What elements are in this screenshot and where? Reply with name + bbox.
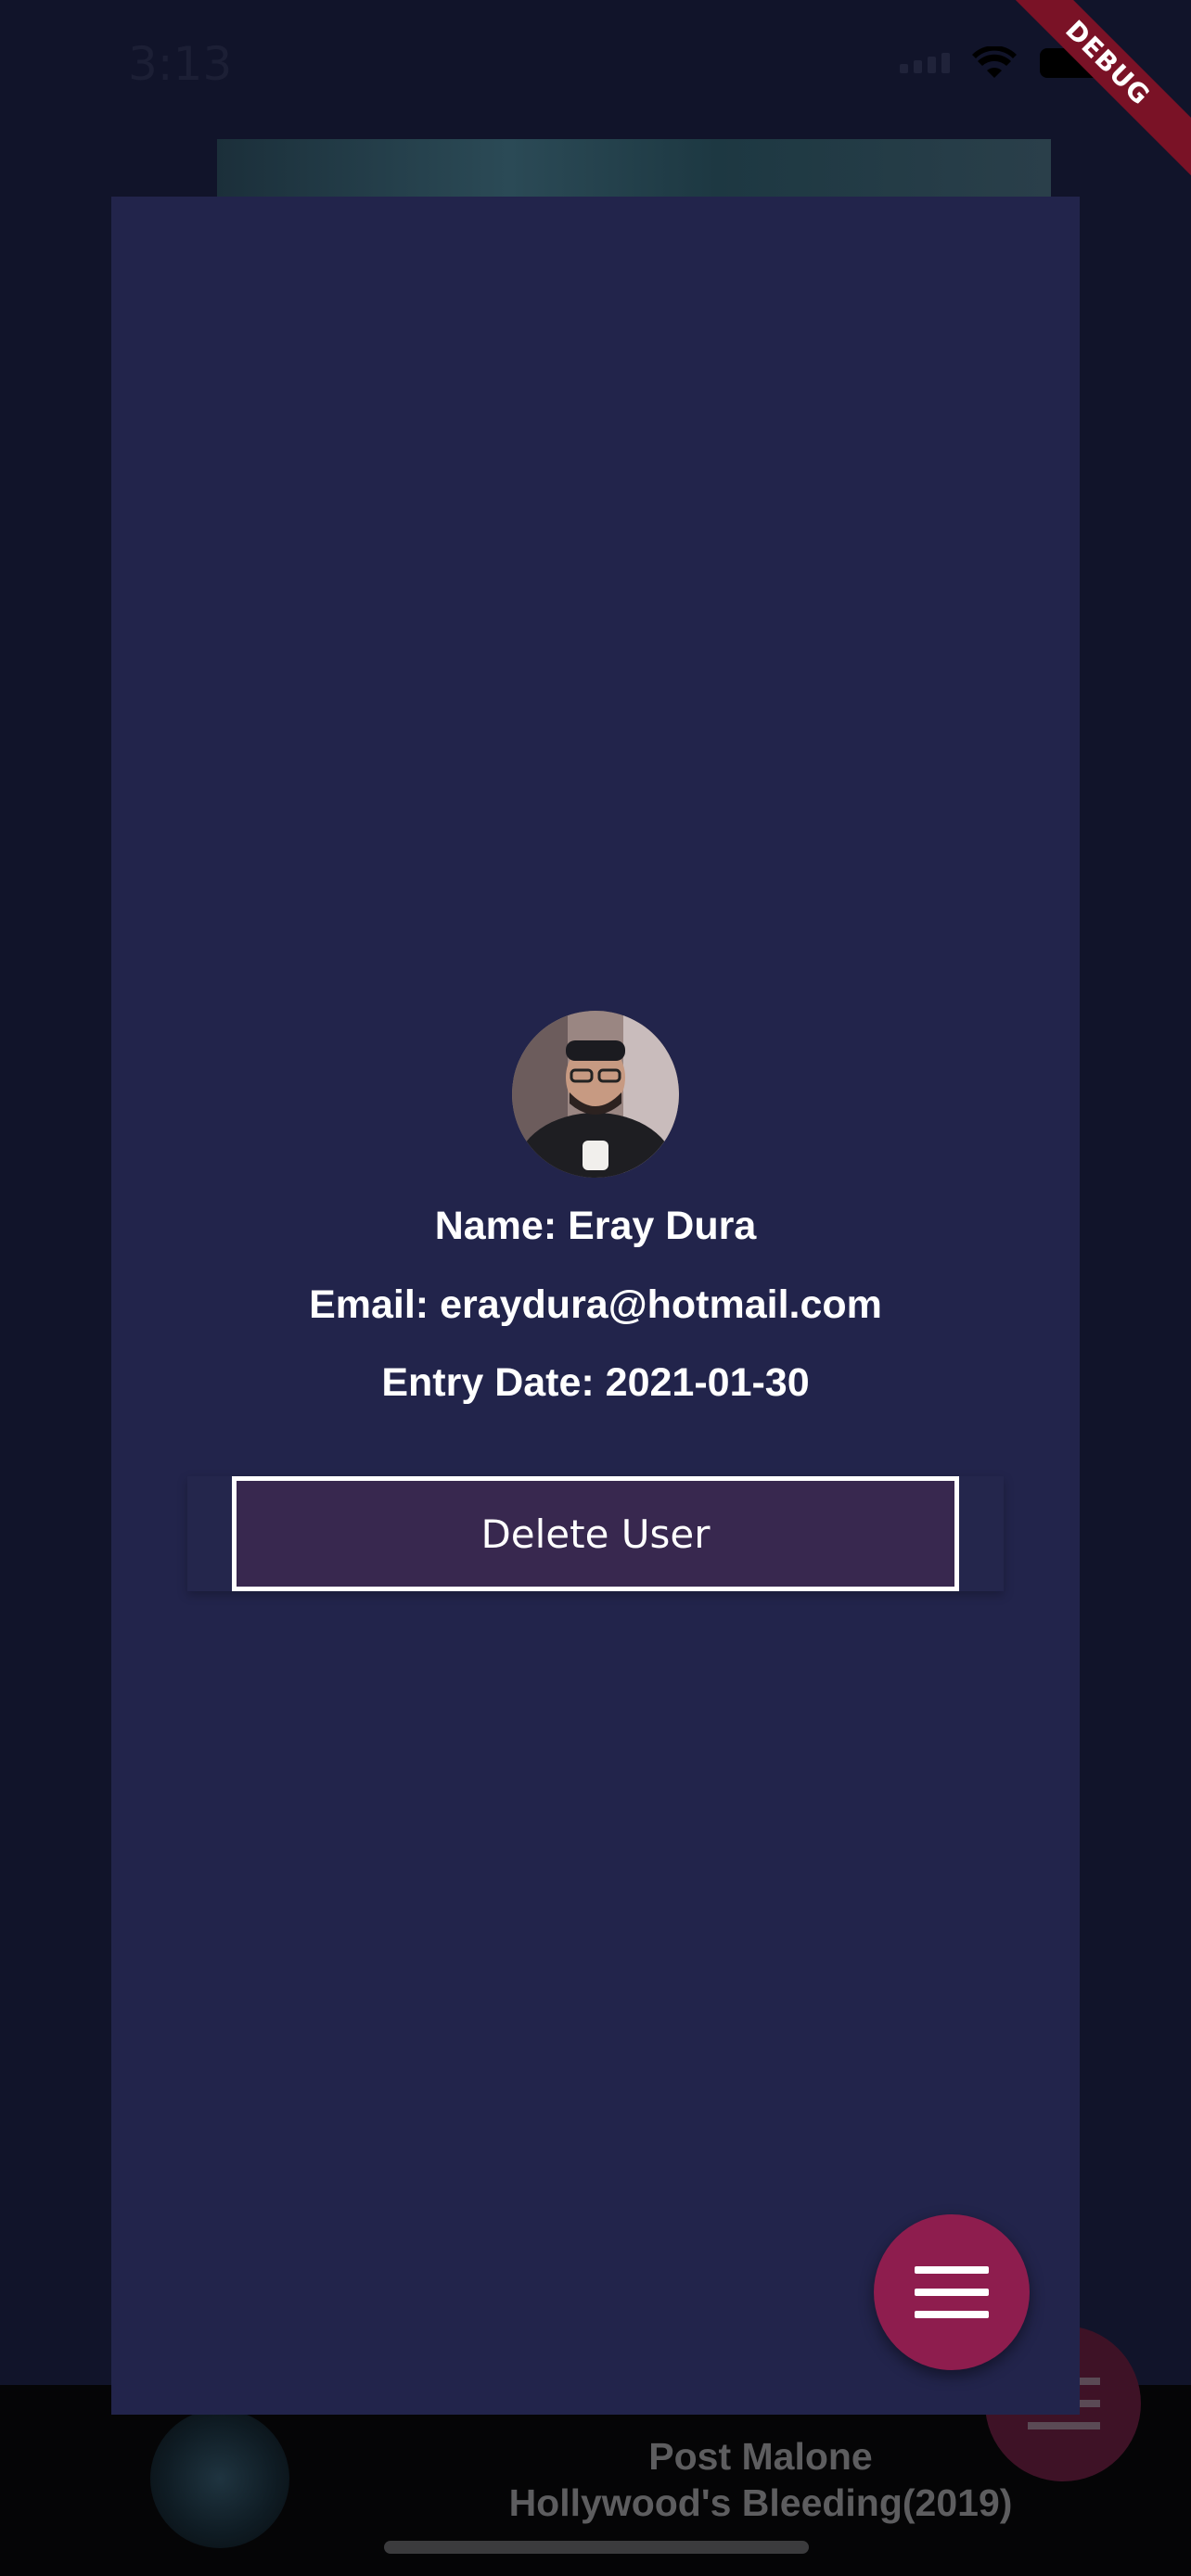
- status-time: 3:13: [128, 37, 233, 91]
- album-art: [150, 2409, 289, 2548]
- player-album: Hollywood's Bleeding(2019): [508, 2481, 1013, 2524]
- user-entry-date: Entry Date: 2021-01-30: [381, 1360, 810, 1405]
- player-artist: Post Malone: [648, 2435, 873, 2478]
- wifi-icon: [972, 46, 1017, 80]
- user-name: Name: Eray Dura: [434, 1204, 757, 1248]
- home-indicator: [384, 2541, 809, 2554]
- menu-button[interactable]: [874, 2214, 1030, 2370]
- user-email: Email: eraydura@hotmail.com: [309, 1282, 882, 1327]
- user-avatar: [512, 1011, 679, 1178]
- signal-icon: [900, 53, 950, 73]
- delete-user-button[interactable]: Delete User: [232, 1476, 959, 1591]
